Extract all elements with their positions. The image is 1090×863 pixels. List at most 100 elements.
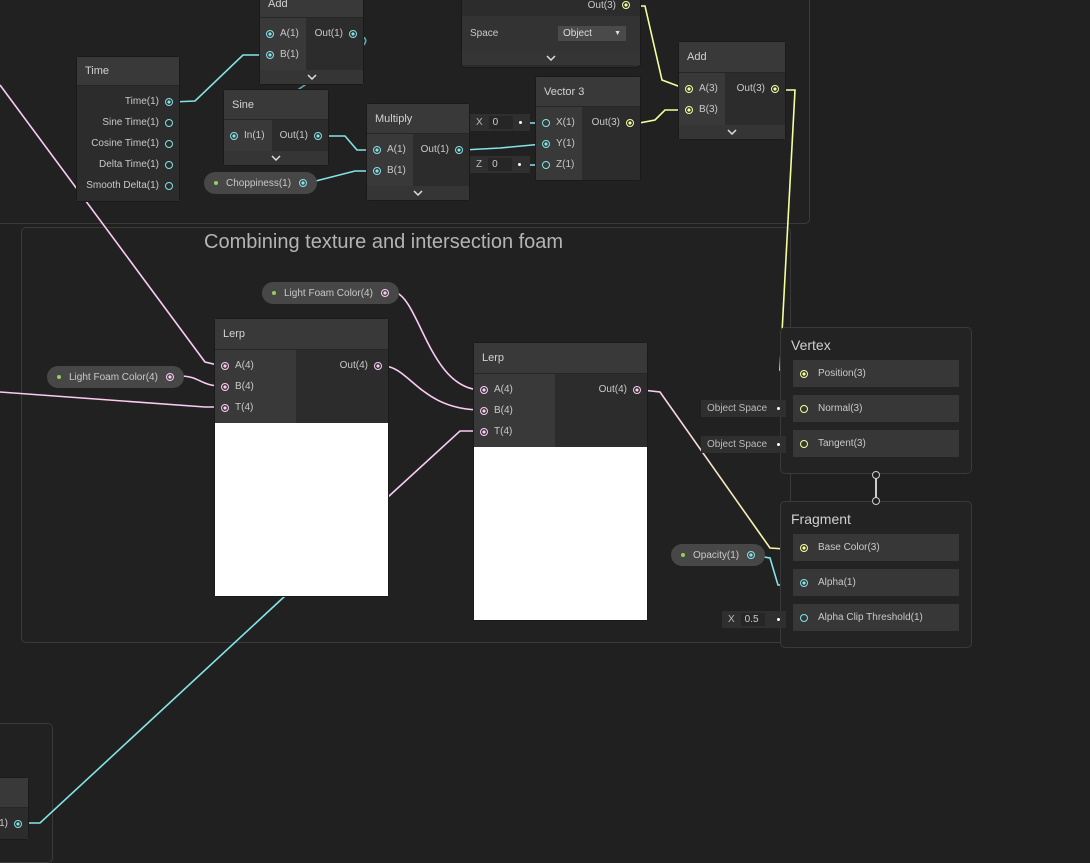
- property-light-foam-color[interactable]: Light Foam Color(4): [262, 282, 399, 304]
- input-port[interactable]: [480, 385, 488, 394]
- bottom-node-header[interactable]: [0, 778, 28, 808]
- output-slot[interactable]: Out(4): [555, 379, 647, 400]
- vector3-z-field[interactable]: Z0: [470, 156, 530, 173]
- output-slot[interactable]: Out(1): [272, 125, 328, 146]
- input-slot[interactable]: A(1): [260, 23, 306, 44]
- slot-port[interactable]: [800, 439, 808, 448]
- lerp-1-header[interactable]: Lerp: [215, 319, 388, 350]
- input-port[interactable]: [266, 29, 274, 38]
- output-port[interactable]: [455, 145, 463, 154]
- input-port[interactable]: [542, 118, 550, 127]
- slot-port[interactable]: [800, 404, 808, 413]
- add-top-header[interactable]: Add: [260, 0, 363, 18]
- slot-port[interactable]: [800, 578, 808, 587]
- input-port[interactable]: [266, 50, 274, 59]
- collapse-toggle[interactable]: [462, 51, 640, 65]
- collapse-toggle[interactable]: [367, 186, 469, 200]
- lerp-2-node[interactable]: Lerp A(4) B(4) T(4) Out(4): [474, 343, 647, 620]
- output-port[interactable]: [349, 29, 357, 38]
- slot-port[interactable]: [800, 613, 808, 622]
- input-slot[interactable]: B(4): [474, 400, 555, 421]
- sine-header[interactable]: Sine: [224, 90, 328, 120]
- property-out-port[interactable]: [165, 373, 174, 381]
- collapse-toggle[interactable]: [260, 70, 363, 84]
- multiply-header[interactable]: Multiply: [367, 104, 469, 134]
- input-slot[interactable]: A(4): [215, 355, 296, 376]
- x-value[interactable]: 0: [488, 116, 513, 129]
- input-slot[interactable]: A(3): [679, 78, 725, 99]
- input-port[interactable]: [480, 427, 488, 436]
- vector3-header[interactable]: Vector 3: [536, 77, 640, 107]
- clip-value[interactable]: 0.5: [740, 613, 765, 626]
- input-port[interactable]: [542, 139, 550, 148]
- vertex-slot[interactable]: Normal(3): [793, 395, 959, 422]
- transform-node[interactable]: Out(3) Space Object ▼: [462, 0, 640, 67]
- output-slot[interactable]: Cosine Time(1): [77, 133, 179, 154]
- tangent-space-default[interactable]: Object Space: [701, 436, 786, 453]
- lerp-1-node[interactable]: Lerp A(4) B(4) T(4) Out(4): [215, 319, 388, 596]
- output-port[interactable]: [771, 84, 779, 93]
- input-port[interactable]: [221, 403, 229, 412]
- input-port[interactable]: [542, 160, 550, 169]
- slot-port[interactable]: [800, 369, 808, 378]
- output-port[interactable]: [165, 118, 173, 127]
- property-light-foam-color-2[interactable]: Light Foam Color(4): [47, 366, 184, 388]
- transform-out-port[interactable]: [622, 1, 630, 9]
- time-node[interactable]: Time Time(1) Sine Time(1) Cosine Time(1) Del…: [77, 57, 179, 201]
- output-port[interactable]: [626, 118, 634, 127]
- sine-node[interactable]: Sine In(1) Out(1): [224, 90, 328, 165]
- normal-space-default[interactable]: Object Space: [701, 400, 786, 417]
- input-port[interactable]: [221, 361, 229, 370]
- output-port[interactable]: [374, 361, 382, 370]
- output-slot[interactable]: Out(4): [296, 355, 388, 376]
- input-slot[interactable]: A(1): [367, 139, 413, 160]
- group-title[interactable]: Combining texture and intersection foam: [204, 231, 563, 254]
- input-slot[interactable]: T(4): [215, 397, 296, 418]
- input-slot[interactable]: Y(1): [536, 133, 582, 154]
- property-out-port[interactable]: [747, 551, 756, 559]
- vector3-node[interactable]: Vector 3 X(1) Y(1) Z(1) Out(3): [536, 77, 640, 180]
- output-slot[interactable]: Time(1): [77, 91, 179, 112]
- space-dropdown[interactable]: Object ▼: [558, 26, 626, 41]
- collapse-toggle[interactable]: [224, 151, 328, 165]
- add-top-node[interactable]: Add A(1) B(1) Out(1): [260, 0, 363, 84]
- input-port[interactable]: [685, 84, 693, 93]
- input-slot[interactable]: In(1): [224, 125, 272, 146]
- output-slot[interactable]: Out(1): [306, 23, 363, 44]
- vertex-slot[interactable]: Tangent(3): [793, 430, 959, 457]
- add-right-header[interactable]: Add: [679, 42, 785, 73]
- bottom-node-node[interactable]: (1): [0, 778, 28, 839]
- fragment-slot[interactable]: Alpha Clip Threshold(1): [793, 604, 959, 631]
- input-slot[interactable]: B(1): [260, 44, 306, 65]
- input-slot[interactable]: X(1): [536, 112, 582, 133]
- group-combining-foam[interactable]: Combining texture and intersection foam: [21, 227, 791, 643]
- output-slot[interactable]: Out(1): [413, 139, 469, 160]
- z-value[interactable]: 0: [488, 158, 513, 171]
- property-out-port[interactable]: [299, 179, 308, 187]
- alpha-clip-default[interactable]: X 0.5: [722, 611, 786, 628]
- output-port[interactable]: [165, 160, 173, 169]
- input-slot[interactable]: Z(1): [536, 154, 582, 175]
- input-port[interactable]: [373, 166, 381, 175]
- output-slot[interactable]: Smooth Delta(1): [77, 175, 179, 196]
- output-slot[interactable]: Out(3): [725, 78, 785, 99]
- output-port[interactable]: [165, 181, 173, 190]
- input-port[interactable]: [480, 406, 488, 415]
- property-out-port[interactable]: [380, 289, 389, 297]
- output-slot[interactable]: Out(3): [582, 112, 640, 133]
- fragment-block[interactable]: Fragment Base Color(3) Alpha(1) Alpha Clip…: [780, 501, 972, 648]
- vector3-x-field[interactable]: X0: [470, 114, 530, 131]
- fragment-slot[interactable]: Alpha(1): [793, 569, 959, 596]
- output-slot[interactable]: (1): [0, 813, 28, 834]
- output-port[interactable]: [14, 819, 22, 828]
- output-port[interactable]: [165, 139, 173, 148]
- input-slot[interactable]: B(4): [215, 376, 296, 397]
- multiply-node[interactable]: Multiply A(1) B(1) Out(1): [367, 104, 469, 200]
- collapse-toggle[interactable]: [679, 125, 785, 139]
- output-port[interactable]: [633, 385, 641, 394]
- input-port[interactable]: [230, 131, 238, 140]
- input-slot[interactable]: T(4): [474, 421, 555, 442]
- input-port[interactable]: [221, 382, 229, 391]
- vertex-slot[interactable]: Position(3): [793, 360, 959, 387]
- output-port[interactable]: [314, 131, 322, 140]
